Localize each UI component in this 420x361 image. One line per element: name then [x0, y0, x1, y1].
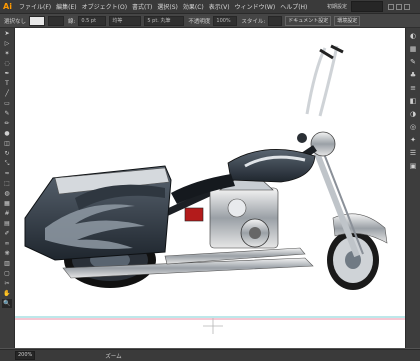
motorcycle-artwork	[15, 44, 405, 334]
scale-icon[interactable]: ⤡	[2, 159, 12, 168]
opacity-label[interactable]: 不透明度	[188, 17, 210, 25]
brush-definition[interactable]: 5 pt. 丸筆	[144, 15, 185, 26]
rotate-icon[interactable]: ↻	[2, 149, 12, 158]
preferences-button[interactable]: 環境設定	[334, 15, 361, 26]
blend-icon[interactable]: ∞	[2, 239, 12, 248]
graphic-styles-panel-icon[interactable]: ✦	[408, 135, 418, 145]
slice-icon[interactable]: ✂	[2, 279, 12, 288]
line-icon[interactable]: ╱	[2, 89, 12, 98]
transparency-panel-icon[interactable]: ◑	[408, 109, 418, 119]
menu-bar: Ai ファイル(F) 編集(E) オブジェクト(O) 書式(T) 選択(S) 効…	[0, 0, 420, 14]
perspective-icon[interactable]: ▦	[2, 199, 12, 208]
close-button[interactable]	[404, 3, 410, 10]
workspace-switcher[interactable]: 初期設定	[327, 3, 347, 10]
eyedropper-icon[interactable]: ✐	[2, 229, 12, 238]
stroke-label: 線:	[68, 18, 76, 25]
stroke-swatch[interactable]	[48, 15, 65, 26]
menu-window[interactable]: ウィンドウ(W)	[235, 2, 276, 11]
hand-icon[interactable]: ✋	[2, 289, 12, 298]
free-transform-icon[interactable]: ⬚	[2, 179, 12, 188]
opacity-field[interactable]: 100%	[213, 15, 238, 26]
artboard-icon[interactable]: ▢	[2, 269, 12, 278]
menu-view[interactable]: 表示(V)	[209, 2, 230, 11]
maximize-button[interactable]	[396, 3, 402, 10]
direct-selection-tool-icon[interactable]: ▷	[2, 39, 12, 48]
fuel-tank	[227, 149, 316, 183]
type-icon[interactable]: T	[2, 79, 12, 88]
magic-wand-icon[interactable]: ✶	[2, 49, 12, 58]
zoom-level-field[interactable]: 200%	[15, 351, 36, 360]
illustrator-logo: Ai	[3, 2, 12, 11]
graphic-style-picker[interactable]	[268, 15, 283, 26]
minimize-button[interactable]	[388, 3, 394, 10]
layers-panel-icon[interactable]: ☰	[408, 148, 418, 158]
appearance-panel-icon[interactable]: ◎	[408, 122, 418, 132]
shape-builder-icon[interactable]: ◍	[2, 189, 12, 198]
blob-brush-icon[interactable]: ●	[2, 129, 12, 138]
artboard-canvas[interactable]	[15, 28, 405, 348]
mirror	[297, 133, 307, 143]
pen-icon[interactable]: ✒	[2, 69, 12, 78]
variable-width-profile[interactable]: 均等	[109, 15, 142, 26]
eraser-icon[interactable]: ◫	[2, 139, 12, 148]
zoom-icon[interactable]: 🔍	[2, 299, 12, 308]
menu-edit[interactable]: 編集(E)	[56, 2, 76, 11]
emblem-badge	[184, 207, 204, 222]
tools-panel: ➤ ▷ ✶ ◌ ✒ T ╱ ▭ ✎ ✏ ● ◫ ↻ ⤡ ≈ ⬚ ◍ ▦ # ▤ ✐ ∞ ❋ ▥ ▢ ✂ ✋ 🔍	[0, 28, 15, 348]
status-bar: 200% ズーム	[0, 349, 420, 361]
menu-select[interactable]: 選択(S)	[157, 2, 178, 11]
panel-dock: ◐ ▦ ✎ ♣ ≡ ◧ ◑ ◎ ✦ ☰ ▣	[405, 28, 420, 348]
symbol-sprayer-icon[interactable]: ❋	[2, 249, 12, 258]
menu-effect[interactable]: 効果(C)	[183, 2, 204, 11]
graph-icon[interactable]: ▥	[2, 259, 12, 268]
artboards-panel-icon[interactable]: ▣	[408, 161, 418, 171]
brush-icon[interactable]: ✎	[2, 109, 12, 118]
stroke-panel-icon[interactable]: ≡	[408, 83, 418, 93]
color-panel-icon[interactable]: ◐	[408, 31, 418, 41]
selection-tool-icon[interactable]: ➤	[2, 29, 12, 38]
lasso-icon[interactable]: ◌	[2, 59, 12, 68]
rectangle-icon[interactable]: ▭	[2, 99, 12, 108]
current-tool-status: ズーム	[105, 353, 122, 360]
fill-swatch[interactable]	[29, 15, 46, 26]
stroke-weight-field[interactable]: 0.5 pt	[78, 15, 107, 26]
menu-type[interactable]: 書式(T)	[132, 2, 152, 11]
help-search-input[interactable]	[351, 1, 383, 12]
brushes-panel-icon[interactable]: ✎	[408, 57, 418, 67]
menu-file[interactable]: ファイル(F)	[19, 2, 51, 11]
gradient-icon[interactable]: ▤	[2, 219, 12, 228]
menu-right-area: 初期設定	[327, 1, 410, 12]
gradient-panel-icon[interactable]: ◧	[408, 96, 418, 106]
menu-help[interactable]: ヘルプ(H)	[280, 2, 307, 11]
selection-status: 選択なし	[4, 18, 27, 25]
width-icon[interactable]: ≈	[2, 169, 12, 178]
mesh-icon[interactable]: #	[2, 209, 12, 218]
swatches-panel-icon[interactable]: ▦	[408, 44, 418, 54]
pencil-icon[interactable]: ✏	[2, 119, 12, 128]
style-label: スタイル:	[241, 18, 266, 25]
symbols-panel-icon[interactable]: ♣	[408, 70, 418, 80]
menu-object[interactable]: オブジェクト(O)	[82, 2, 127, 11]
window-controls	[386, 3, 410, 10]
control-bar: 選択なし 線: 0.5 pt 均等 5 pt. 丸筆 不透明度 100% スタイ…	[0, 14, 420, 28]
document-setup-button[interactable]: ドキュメント設定	[285, 15, 332, 26]
saddlebag	[24, 165, 172, 261]
